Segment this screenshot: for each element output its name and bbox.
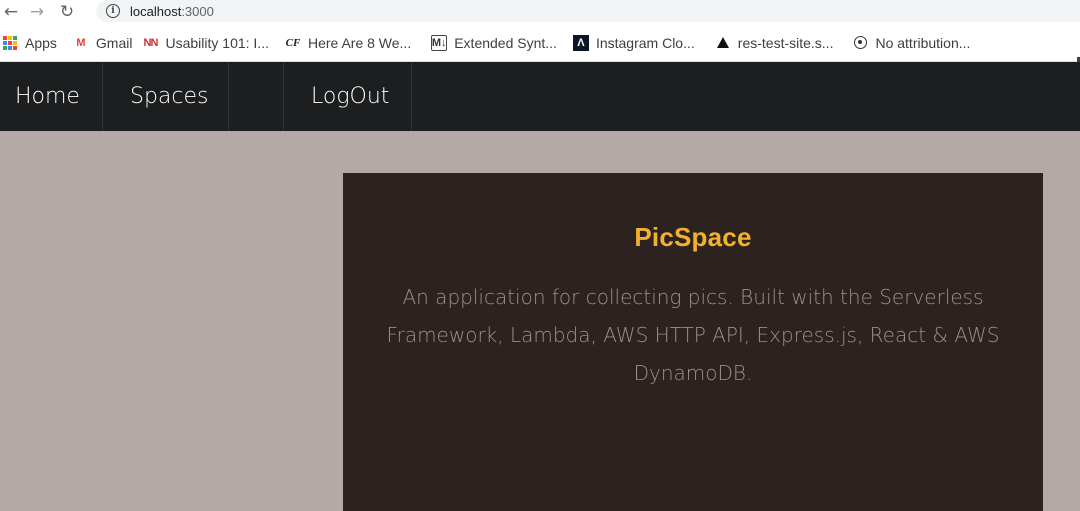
gmail-icon: M [76, 36, 86, 49]
bookmark-no-attribution[interactable]: No attribution... [852, 29, 978, 57]
bookmark-apps[interactable]: Apps [2, 29, 65, 57]
browser-toolbar: ← → ↻ i localhost:3000 [0, 0, 1080, 24]
bookmark-label: Usability 101: I... [165, 34, 269, 51]
url-host: localhost [130, 3, 182, 19]
bookmark-res-test-site[interactable]: res-test-site.s... [715, 29, 842, 57]
bookmark-label: Gmail [95, 34, 133, 51]
bookmark-label: Apps [25, 34, 57, 51]
site-info-icon[interactable]: i [106, 4, 120, 18]
bookmarks-bar: Apps M Gmail NN Usability 101: I... CF H… [0, 24, 1080, 77]
cf-icon: CF [285, 36, 301, 49]
bookmark-label: res-test-site.s... [737, 34, 834, 51]
attribution-icon [852, 35, 868, 51]
nav-spacer [229, 62, 284, 131]
bookmark-gmail[interactable]: M Gmail [73, 29, 141, 57]
app-navbar: Home Spaces LogOut [0, 62, 1080, 131]
bookmark-label: No attribution... [875, 34, 971, 51]
nav-logout-link[interactable]: LogOut [284, 62, 412, 131]
bookmark-usability[interactable]: NN Usability 101: I... [142, 29, 277, 57]
url-text[interactable]: localhost:3000 [130, 4, 214, 19]
bookmark-label: Extended Synt... [454, 34, 557, 51]
instagram-clone-icon: Λ [572, 34, 589, 51]
bookmark-here-are-8[interactable]: CF Here Are 8 We... [285, 29, 419, 57]
bookmark-label: Here Are 8 We... [307, 34, 412, 51]
nav-spaces-link[interactable]: Spaces [103, 62, 229, 131]
app-title: PicSpace [634, 222, 752, 252]
nn-icon: NN [143, 36, 159, 49]
bookmark-extended-syntax[interactable]: M↓ Extended Synt... [431, 29, 565, 57]
bookmark-instagram-clone[interactable]: Λ Instagram Clo... [572, 29, 703, 57]
forward-arrow-icon[interactable]: → [22, 0, 52, 24]
nav-home-link[interactable]: Home [0, 62, 103, 131]
back-arrow-icon[interactable]: ← [0, 0, 22, 24]
reload-icon[interactable]: ↻ [52, 0, 82, 24]
hero-card: PicSpace An application for collecting p… [343, 173, 1043, 511]
triangle-icon [715, 35, 731, 51]
address-bar[interactable]: i localhost:3000 [96, 0, 1080, 22]
app-description: An application for collecting pics. Buil… [386, 285, 1000, 385]
url-port: :3000 [181, 3, 214, 19]
markdown-icon: M↓ [431, 34, 448, 51]
apps-grid-icon [2, 35, 18, 51]
bookmark-label: Instagram Clo... [595, 34, 695, 51]
